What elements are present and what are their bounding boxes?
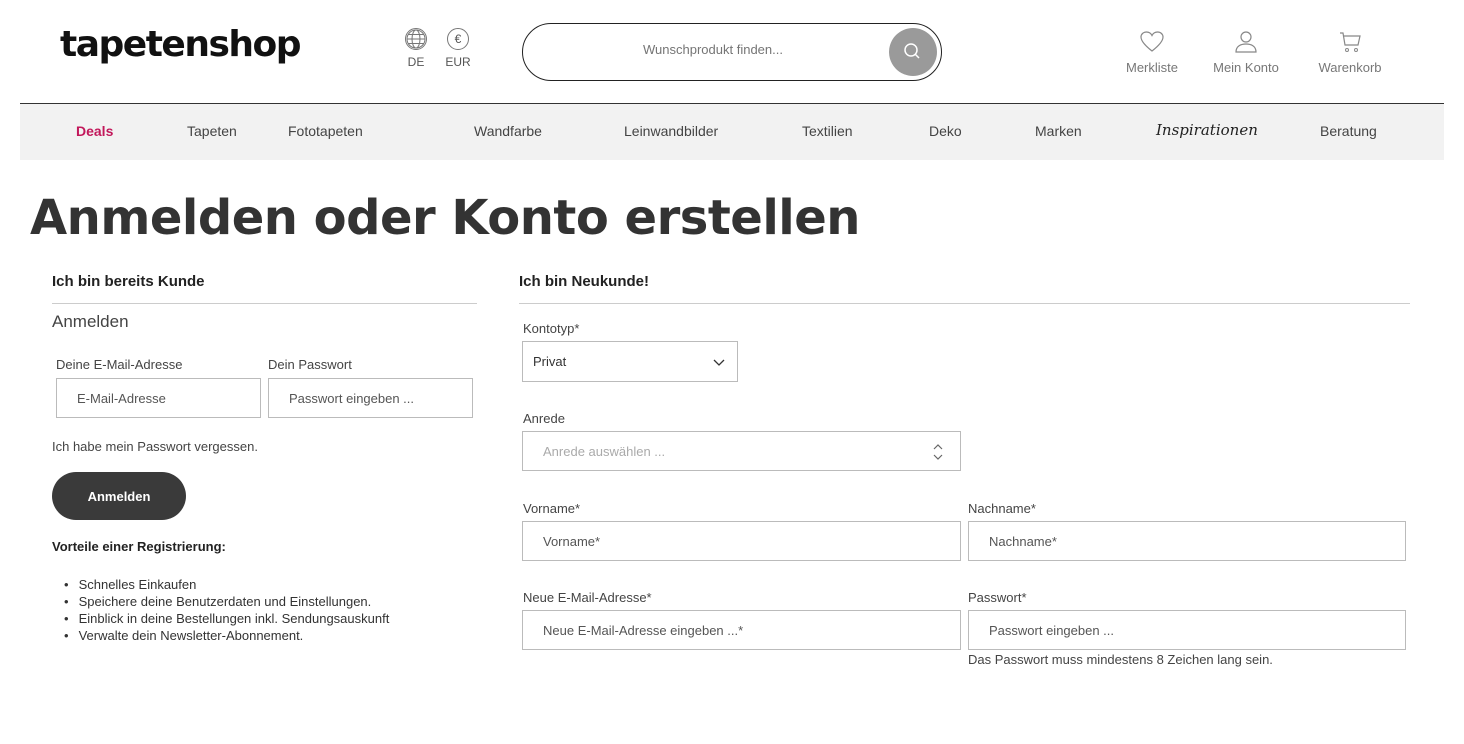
register-password-label: Passwort* — [968, 590, 1027, 605]
cart-link[interactable]: Warenkorb — [1306, 30, 1394, 75]
register-email-input[interactable] — [522, 610, 961, 650]
nav-item-deko[interactable]: Deko — [929, 123, 962, 139]
wishlist-link[interactable]: Merkliste — [1116, 30, 1188, 75]
login-divider — [52, 303, 477, 304]
currency-label: EUR — [445, 55, 471, 69]
firstname-label: Vorname* — [523, 501, 581, 516]
login-password-label: Dein Passwort — [268, 357, 352, 372]
benefit-item: Einblick in deine Bestellungen inkl. Sen… — [64, 610, 390, 627]
language-label: DE — [407, 55, 425, 69]
globe-icon — [405, 28, 427, 50]
benefit-item: Schnelles Einkaufen — [64, 576, 389, 593]
forgot-password-link[interactable]: Ich habe mein Passwort vergessen. — [52, 439, 258, 454]
account-link[interactable]: Mein Konto — [1202, 30, 1290, 75]
nav-item-fototapeten[interactable]: Fototapeten — [288, 123, 363, 139]
benefits-heading: Vorteile einer Registrierung: — [52, 539, 226, 554]
salutation-select[interactable]: Anrede auswählen ... — [522, 431, 961, 471]
password-hint: Das Passwort muss mindestens 8 Zeichen l… — [968, 652, 1273, 667]
search-bar — [522, 23, 942, 81]
search-input[interactable] — [543, 42, 883, 57]
search-button[interactable] — [889, 28, 937, 76]
benefits-list: Schnelles Einkaufen Speichere deine Benu… — [64, 576, 390, 644]
cart-label: Warenkorb — [1318, 60, 1382, 75]
account-type-value: Privat — [533, 354, 567, 369]
nav-item-marken[interactable]: Marken — [1035, 123, 1082, 139]
benefit-item: Verwalte dein Newsletter-Abonnement. — [64, 627, 389, 644]
lastname-input[interactable] — [968, 521, 1406, 561]
wishlist-label: Merkliste — [1125, 60, 1178, 75]
register-password-input[interactable] — [968, 610, 1406, 650]
login-password-input[interactable] — [268, 378, 473, 418]
currency-switcher[interactable]: € EUR — [443, 28, 473, 69]
register-heading: Ich bin Neukunde! — [519, 273, 650, 290]
salutation-label: Anrede — [523, 411, 565, 426]
heart-icon — [1140, 31, 1164, 52]
nav-item-wandfarbe[interactable]: Wandfarbe — [474, 123, 542, 139]
nav-item-inspirationen[interactable]: Inspirationen — [1156, 121, 1258, 139]
site-header: tapetenshop DE € EUR Merkli — [0, 0, 1464, 103]
login-subheading: Anmelden — [52, 312, 129, 331]
firstname-input[interactable] — [522, 521, 961, 561]
page-title: Anmelden oder Konto erstellen — [30, 190, 860, 246]
benefit-item: Speichere deine Benutzerdaten und Einste… — [64, 593, 389, 610]
chevron-down-icon — [713, 359, 725, 366]
site-logo[interactable]: tapetenshop — [60, 24, 302, 65]
register-divider — [519, 303, 1410, 304]
login-button[interactable]: Anmelden — [52, 472, 186, 520]
salutation-placeholder: Anrede auswählen ... — [543, 444, 666, 459]
cart-icon — [1340, 32, 1361, 52]
nav-item-beratung[interactable]: Beratung — [1320, 123, 1377, 139]
nav-item-leinwandbilder[interactable]: Leinwandbilder — [624, 123, 718, 139]
updown-chevron-icon — [933, 444, 943, 460]
account-label: Mein Konto — [1213, 60, 1279, 75]
user-icon — [1235, 31, 1257, 53]
login-email-input[interactable] — [56, 378, 261, 418]
account-type-label: Kontotyp* — [523, 321, 580, 336]
lastname-label: Nachname* — [968, 501, 1036, 516]
search-icon — [904, 43, 920, 59]
login-email-label: Deine E-Mail-Adresse — [56, 357, 183, 372]
nav-item-textilien[interactable]: Textilien — [802, 123, 853, 139]
language-switcher[interactable]: DE — [401, 28, 431, 69]
euro-icon: € — [447, 28, 469, 50]
nav-item-tapeten[interactable]: Tapeten — [187, 123, 237, 139]
nav-item-deals[interactable]: Deals — [76, 123, 113, 139]
account-type-select[interactable]: Privat — [522, 341, 738, 382]
main-navigation: Deals Tapeten Fototapeten Wandfarbe Lein… — [20, 104, 1444, 160]
login-heading: Ich bin bereits Kunde — [52, 273, 205, 290]
register-email-label: Neue E-Mail-Adresse* — [523, 590, 652, 605]
